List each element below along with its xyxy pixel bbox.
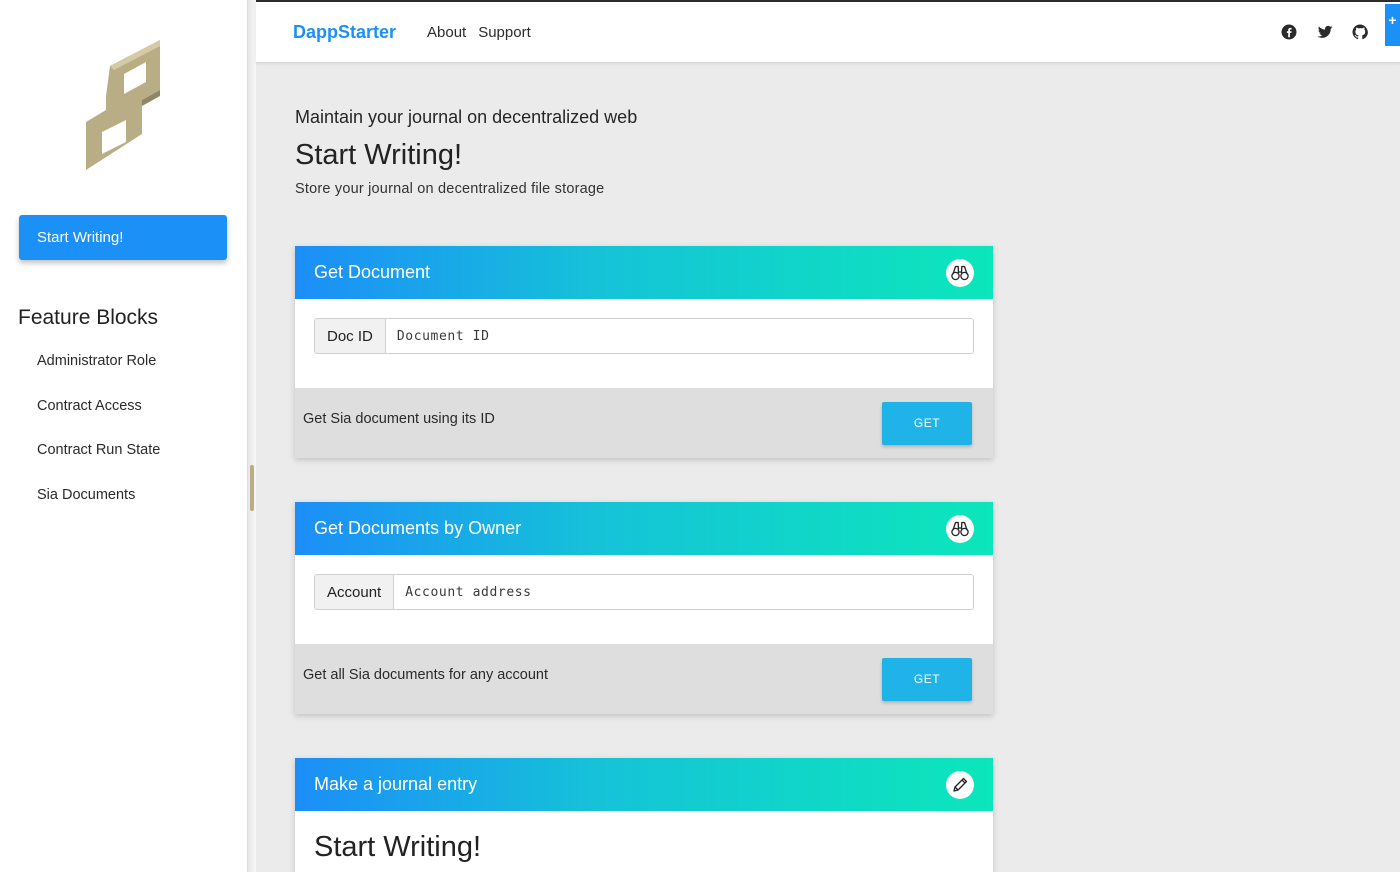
facebook-icon[interactable] <box>1281 24 1297 40</box>
brand-link[interactable]: DappStarter <box>293 22 396 43</box>
app-logo <box>86 40 160 170</box>
github-icon[interactable] <box>1352 24 1368 40</box>
top-nav: About Support <box>427 24 531 41</box>
sidebar: Start Writing! Feature Blocks Administra… <box>0 0 247 872</box>
card-header: Get Document <box>295 246 993 299</box>
card-footer: Get all Sia documents for any account GE… <box>295 644 993 714</box>
page-subtitle: Maintain your journal on decentralized w… <box>295 107 638 127</box>
corner-expand-button[interactable]: + <box>1385 4 1400 46</box>
card-body: Doc ID <box>295 299 993 388</box>
top-navbar: DappStarter About Support + <box>256 0 1400 63</box>
sidebar-item-administrator-role[interactable]: Administrator Role <box>37 350 160 395</box>
sidebar-item-contract-run-state[interactable]: Contract Run State <box>37 439 160 484</box>
card-title: Get Documents by Owner <box>314 518 522 538</box>
get-document-card: Get Document Doc ID Get Sia document usi… <box>295 246 993 458</box>
account-label: Account <box>315 575 395 609</box>
card-title: Get Document <box>314 262 431 282</box>
feature-blocks-heading: Feature Blocks <box>18 306 159 329</box>
get-document-button[interactable]: GET <box>882 401 972 445</box>
card-title: Make a journal entry <box>314 774 478 794</box>
doc-id-input[interactable] <box>385 319 973 353</box>
doc-id-label: Doc ID <box>315 319 386 353</box>
card-header: Make a journal entry <box>295 758 993 811</box>
twitter-icon[interactable] <box>1317 24 1333 40</box>
get-documents-by-owner-button[interactable]: GET <box>882 657 972 701</box>
card-body: Account <box>295 555 993 644</box>
pencil-icon <box>946 770 974 799</box>
nav-about-link[interactable]: About <box>427 24 466 41</box>
card-header: Get Documents by Owner <box>295 502 993 555</box>
card-footer-text: Get all Sia documents for any account <box>303 667 549 683</box>
sidebar-item-contract-access[interactable]: Contract Access <box>37 395 160 440</box>
card-footer: Get Sia document using its ID GET <box>295 388 993 458</box>
corner-plus-label: + <box>1388 12 1397 28</box>
page-title: Start Writing! <box>295 139 463 171</box>
card-footer-text: Get Sia document using its ID <box>303 411 495 427</box>
feature-list: Administrator Role Contract Access Contr… <box>37 350 160 529</box>
nav-support-link[interactable]: Support <box>478 24 531 41</box>
sidebar-item-sia-documents[interactable]: Sia Documents <box>37 484 160 529</box>
start-writing-button[interactable]: Start Writing! <box>19 215 227 260</box>
journal-entry-heading: Start Writing! <box>314 831 482 863</box>
doc-id-input-group: Doc ID <box>314 318 974 354</box>
start-writing-label: Start Writing! <box>37 229 124 246</box>
sidebar-divider <box>247 0 256 872</box>
journal-entry-card: Make a journal entry Start Writing! <box>295 758 993 872</box>
account-input-group: Account <box>314 574 974 610</box>
binoculars-icon <box>946 258 974 287</box>
get-documents-by-owner-card: Get Documents by Owner Account Get all S… <box>295 502 993 714</box>
binoculars-icon <box>946 514 974 543</box>
account-address-input[interactable] <box>394 575 973 609</box>
page-description: Store your journal on decentralized file… <box>295 181 605 197</box>
sidebar-resize-handle[interactable] <box>250 465 254 511</box>
